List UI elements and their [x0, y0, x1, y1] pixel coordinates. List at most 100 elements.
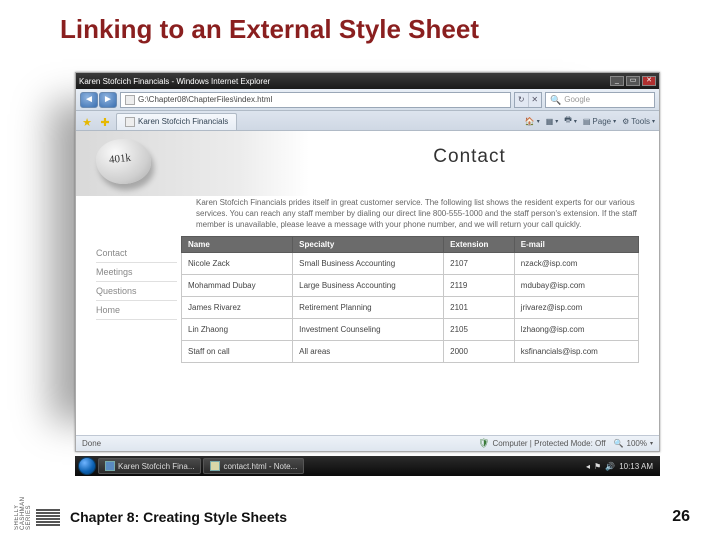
window-title-text: Karen Stofcich Financials - Windows Inte… [79, 77, 270, 86]
nav-meetings[interactable]: Meetings [96, 263, 177, 282]
cell: 2000 [444, 341, 515, 363]
forward-button[interactable]: ► [99, 92, 117, 108]
window-buttons: _ ▭ ✕ [610, 76, 656, 86]
hero-banner: 401k Contact [76, 131, 659, 196]
table-row: Staff on call All areas 2000 ksfinancial… [182, 341, 639, 363]
slide-footer: SHELLY CASHMAN SERIES Chapter 8: Creatin… [0, 504, 720, 530]
page-icon [125, 95, 135, 105]
cell: 2119 [444, 275, 515, 297]
cell: All areas [293, 341, 444, 363]
stone-label: 401k [108, 152, 131, 166]
tab-bar: ★ ✚ Karen Stofcich Financials 🏠 ▾ ▦ ▾ 🖶 … [76, 111, 659, 131]
favorites-button[interactable]: ★ [80, 116, 94, 130]
system-tray: ◂ ⚑ 🔊 10:13 AM [586, 462, 657, 471]
address-bar: ◄ ► G:\Chapter08\ChapterFiles\index.html… [76, 89, 659, 111]
maximize-button[interactable]: ▭ [626, 76, 640, 86]
cell: jrivarez@isp.com [514, 297, 638, 319]
add-favorites-button[interactable]: ✚ [98, 116, 112, 130]
cell: lzhaong@isp.com [514, 319, 638, 341]
stop-button[interactable]: ✕ [529, 93, 542, 107]
slide-title: Linking to an External Style Sheet [0, 0, 720, 45]
status-done: Done [82, 439, 101, 448]
cell: 2107 [444, 253, 515, 275]
refresh-stop-buttons: ↻ ✕ [514, 92, 542, 108]
browser-tab[interactable]: Karen Stofcich Financials [116, 113, 237, 130]
taskbar-item-ie[interactable]: Karen Stofcich Fina... [98, 458, 201, 474]
tray-icon[interactable]: ⚑ [594, 462, 601, 471]
th-extension: Extension [444, 237, 515, 253]
cell: Lin Zhaong [182, 319, 293, 341]
nav-buttons: ◄ ► [80, 92, 117, 108]
cell: James Rivarez [182, 297, 293, 319]
status-zone-text: Computer | Protected Mode: Off [492, 439, 605, 448]
cell: Staff on call [182, 341, 293, 363]
command-bar: 🏠 ▾ ▦ ▾ 🖶 ▾ ▤ Page ▾ ⚙ Tools ▾ [525, 114, 655, 130]
table-row: Nicole Zack Small Business Accounting 21… [182, 253, 639, 275]
minimize-button[interactable]: _ [610, 76, 624, 86]
series-logo-icon [36, 509, 60, 526]
status-bar: Done 🛡 Computer | Protected Mode: Off 🔍 … [76, 435, 659, 451]
browser-window: Karen Stofcich Financials - Windows Inte… [75, 72, 660, 452]
nav-questions[interactable]: Questions [96, 282, 177, 301]
cell: 2105 [444, 319, 515, 341]
print-tool[interactable]: 🖶 ▾ [564, 114, 577, 128]
nav-contact[interactable]: Contact [96, 244, 177, 263]
search-icon: 🔍 [550, 93, 561, 107]
tools-tool[interactable]: ⚙ Tools ▾ [622, 114, 655, 128]
status-zone: 🛡 Computer | Protected Mode: Off [478, 438, 606, 449]
clock: 10:13 AM [619, 462, 653, 471]
windows-taskbar: Karen Stofcich Fina... contact.html - No… [75, 456, 660, 476]
home-tool[interactable]: 🏠 ▾ [525, 114, 540, 128]
close-button[interactable]: ✕ [642, 76, 656, 86]
table-row: Lin Zhaong Investment Counseling 2105 lz… [182, 319, 639, 341]
cell: Retirement Planning [293, 297, 444, 319]
table-row: Mohammad Dubay Large Business Accounting… [182, 275, 639, 297]
cell: 2101 [444, 297, 515, 319]
zoom-icon: 🔍 [614, 439, 624, 448]
cell: Mohammad Dubay [182, 275, 293, 297]
refresh-button[interactable]: ↻ [515, 93, 529, 107]
series-logo-text: SHELLY CASHMAN SERIES [14, 504, 32, 530]
nav-home[interactable]: Home [96, 301, 177, 320]
contact-table: Name Specialty Extension E-mail Nicole Z… [181, 236, 639, 363]
address-text: G:\Chapter08\ChapterFiles\index.html [138, 93, 272, 107]
cell: nzack@isp.com [514, 253, 638, 275]
taskbar-label: contact.html - Note... [223, 462, 297, 471]
taskbar-item-notepad[interactable]: contact.html - Note... [203, 458, 304, 474]
th-email: E-mail [514, 237, 638, 253]
notepad-icon [210, 461, 220, 471]
contact-table-wrap: Name Specialty Extension E-mail Nicole Z… [181, 236, 649, 363]
start-button[interactable] [78, 457, 96, 475]
status-zoom-text: 100% [627, 439, 647, 448]
search-placeholder: Google [564, 93, 590, 107]
back-button[interactable]: ◄ [80, 92, 98, 108]
cell: Nicole Zack [182, 253, 293, 275]
cell: mdubay@isp.com [514, 275, 638, 297]
side-nav: Contact Meetings Questions Home [86, 236, 181, 363]
window-titlebar: Karen Stofcich Financials - Windows Inte… [76, 73, 659, 89]
cell: Large Business Accounting [293, 275, 444, 297]
intro-paragraph: Karen Stofcich Financials prides itself … [76, 196, 659, 236]
cell: Small Business Accounting [293, 253, 444, 275]
page-content: 401k Contact Karen Stofcich Financials p… [76, 131, 659, 435]
th-name: Name [182, 237, 293, 253]
cell: Investment Counseling [293, 319, 444, 341]
page-number: 26 [672, 508, 690, 526]
cell: ksfinancials@isp.com [514, 341, 638, 363]
tab-label: Karen Stofcich Financials [138, 114, 228, 130]
tab-favicon [125, 117, 135, 127]
ie-icon [105, 461, 115, 471]
address-field[interactable]: G:\Chapter08\ChapterFiles\index.html [120, 92, 511, 108]
th-specialty: Specialty [293, 237, 444, 253]
tray-icon[interactable]: 🔊 [605, 462, 615, 471]
chapter-label: Chapter 8: Creating Style Sheets [70, 509, 287, 525]
page-heading: Contact [280, 146, 659, 168]
page-tool[interactable]: ▤ Page ▾ [583, 114, 616, 128]
table-row: James Rivarez Retirement Planning 2101 j… [182, 297, 639, 319]
table-header-row: Name Specialty Extension E-mail [182, 237, 639, 253]
feeds-tool[interactable]: ▦ ▾ [546, 114, 559, 128]
search-field[interactable]: 🔍 Google [545, 92, 655, 108]
status-zoom[interactable]: 🔍 100% ▾ [614, 439, 653, 448]
tray-icon[interactable]: ◂ [586, 462, 590, 471]
shield-icon: 🛡 [478, 438, 489, 449]
